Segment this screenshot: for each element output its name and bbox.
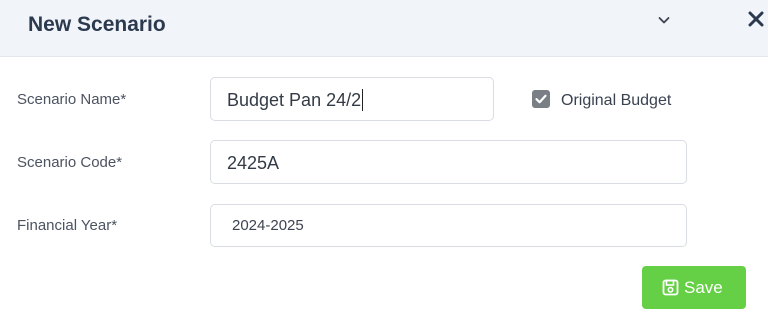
original-budget-checkbox[interactable]: [532, 90, 550, 108]
chevron-down-icon: [658, 13, 670, 25]
original-budget-label[interactable]: Original Budget: [561, 92, 671, 110]
save-button[interactable]: Save: [642, 266, 746, 309]
scenario-name-value: Budget Pan 24/2: [227, 89, 364, 112]
scenario-code-value: 2425A: [227, 153, 280, 173]
scenario-code-input[interactable]: 2425A: [210, 140, 687, 184]
close-icon: [746, 9, 766, 29]
financial-year-label: Financial Year*: [17, 217, 118, 234]
financial-year-select[interactable]: 2024-2025: [210, 204, 687, 247]
text-caret: [362, 89, 364, 112]
modal-title: New Scenario: [28, 13, 166, 36]
checkmark-icon: [532, 90, 550, 108]
save-button-label: Save: [684, 278, 723, 297]
close-button[interactable]: [746, 9, 766, 29]
scenario-name-label: Scenario Name*: [17, 91, 127, 108]
scenario-code-label: Scenario Code*: [17, 154, 123, 171]
financial-year-value: 2024-2025: [232, 217, 304, 234]
modal-header: New Scenario: [0, 0, 768, 57]
scenario-name-input[interactable]: Budget Pan 24/2: [210, 77, 494, 121]
floppy-disk-icon: [662, 279, 679, 296]
